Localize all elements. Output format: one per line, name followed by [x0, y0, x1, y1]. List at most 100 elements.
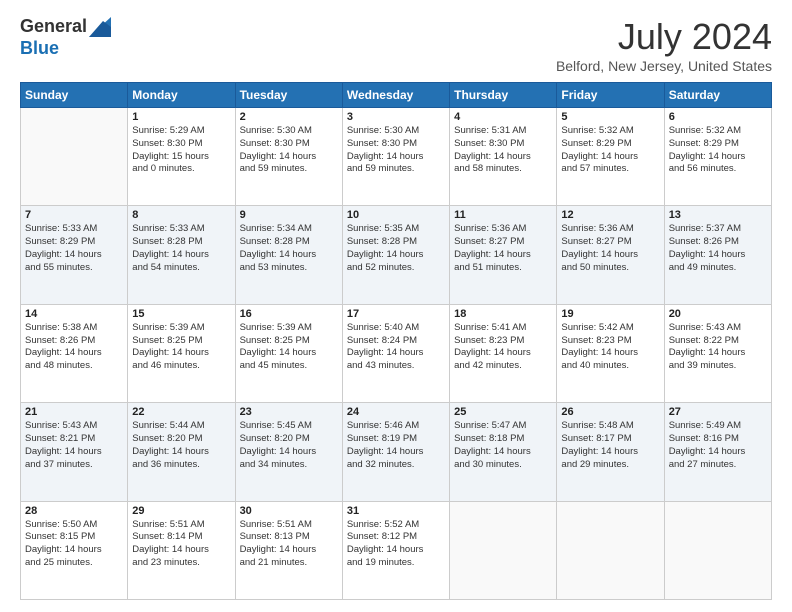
- day-number: 30: [240, 505, 338, 517]
- day-number: 28: [25, 505, 123, 517]
- day-number: 16: [240, 308, 338, 320]
- day-info: Sunrise: 5:38 AM Sunset: 8:26 PM Dayligh…: [25, 322, 123, 373]
- day-number: 21: [25, 406, 123, 418]
- calendar-cell: [450, 501, 557, 599]
- day-number: 15: [132, 308, 230, 320]
- calendar-cell: 29 Sunrise: 5:51 AM Sunset: 8:14 PM Dayli…: [128, 501, 235, 599]
- calendar-cell: 14 Sunrise: 5:38 AM Sunset: 8:26 PM Dayli…: [21, 304, 128, 402]
- calendar-cell: 9 Sunrise: 5:34 AM Sunset: 8:28 PM Daylig…: [235, 206, 342, 304]
- day-number: 20: [669, 308, 767, 320]
- day-number: 25: [454, 406, 552, 418]
- day-info: Sunrise: 5:30 AM Sunset: 8:30 PM Dayligh…: [240, 125, 338, 176]
- calendar-cell: [664, 501, 771, 599]
- day-info: Sunrise: 5:29 AM Sunset: 8:30 PM Dayligh…: [132, 125, 230, 176]
- day-number: 22: [132, 406, 230, 418]
- calendar-cell: 31Sunrise: 5:52 AM Sunset: 8:12 PM Dayli…: [342, 501, 449, 599]
- day-number: 8: [132, 209, 230, 221]
- month-title: July 2024: [556, 16, 772, 58]
- calendar-cell: 3Sunrise: 5:30 AM Sunset: 8:30 PM Daylig…: [342, 108, 449, 206]
- day-number: 6: [669, 111, 767, 123]
- day-info: Sunrise: 5:39 AM Sunset: 8:25 PM Dayligh…: [132, 322, 230, 373]
- weekday-header-monday: Monday: [128, 83, 235, 108]
- day-info: Sunrise: 5:39 AM Sunset: 8:25 PM Dayligh…: [240, 322, 338, 373]
- day-number: 17: [347, 308, 445, 320]
- day-info: Sunrise: 5:50 AM Sunset: 8:15 PM Dayligh…: [25, 519, 123, 570]
- calendar-cell: 6Sunrise: 5:32 AM Sunset: 8:29 PM Daylig…: [664, 108, 771, 206]
- weekday-header-saturday: Saturday: [664, 83, 771, 108]
- title-block: July 2024 Belford, New Jersey, United St…: [556, 16, 772, 74]
- day-number: 19: [561, 308, 659, 320]
- weekday-header-thursday: Thursday: [450, 83, 557, 108]
- logo-blue: Blue: [20, 38, 111, 60]
- day-number: 9: [240, 209, 338, 221]
- day-info: Sunrise: 5:40 AM Sunset: 8:24 PM Dayligh…: [347, 322, 445, 373]
- calendar-week-row: 7Sunrise: 5:33 AM Sunset: 8:29 PM Daylig…: [21, 206, 772, 304]
- day-number: 1: [132, 111, 230, 123]
- day-number: 26: [561, 406, 659, 418]
- calendar-cell: 8 Sunrise: 5:33 AM Sunset: 8:28 PM Daylig…: [128, 206, 235, 304]
- day-number: 13: [669, 209, 767, 221]
- day-info: Sunrise: 5:51 AM Sunset: 8:13 PM Dayligh…: [240, 519, 338, 570]
- calendar-cell: 15 Sunrise: 5:39 AM Sunset: 8:25 PM Dayli…: [128, 304, 235, 402]
- calendar-cell: 7Sunrise: 5:33 AM Sunset: 8:29 PM Daylig…: [21, 206, 128, 304]
- calendar-cell: 2 Sunrise: 5:30 AM Sunset: 8:30 PM Daylig…: [235, 108, 342, 206]
- calendar-cell: 24Sunrise: 5:46 AM Sunset: 8:19 PM Dayli…: [342, 403, 449, 501]
- day-info: Sunrise: 5:36 AM Sunset: 8:27 PM Dayligh…: [561, 223, 659, 274]
- day-info: Sunrise: 5:35 AM Sunset: 8:28 PM Dayligh…: [347, 223, 445, 274]
- day-info: Sunrise: 5:43 AM Sunset: 8:22 PM Dayligh…: [669, 322, 767, 373]
- day-info: Sunrise: 5:44 AM Sunset: 8:20 PM Dayligh…: [132, 420, 230, 471]
- day-number: 31: [347, 505, 445, 517]
- day-info: Sunrise: 5:47 AM Sunset: 8:18 PM Dayligh…: [454, 420, 552, 471]
- calendar-cell: 19 Sunrise: 5:42 AM Sunset: 8:23 PM Dayli…: [557, 304, 664, 402]
- weekday-header-friday: Friday: [557, 83, 664, 108]
- day-info: Sunrise: 5:42 AM Sunset: 8:23 PM Dayligh…: [561, 322, 659, 373]
- calendar-week-row: 1 Sunrise: 5:29 AM Sunset: 8:30 PM Daylig…: [21, 108, 772, 206]
- day-number: 11: [454, 209, 552, 221]
- day-number: 18: [454, 308, 552, 320]
- calendar-cell: 25 Sunrise: 5:47 AM Sunset: 8:18 PM Dayli…: [450, 403, 557, 501]
- day-number: 29: [132, 505, 230, 517]
- logo-general: General: [20, 16, 87, 38]
- logo: General Blue: [20, 16, 111, 59]
- calendar-cell: 1 Sunrise: 5:29 AM Sunset: 8:30 PM Daylig…: [128, 108, 235, 206]
- calendar-cell: 27 Sunrise: 5:49 AM Sunset: 8:16 PM Dayli…: [664, 403, 771, 501]
- calendar-week-row: 28 Sunrise: 5:50 AM Sunset: 8:15 PM Dayli…: [21, 501, 772, 599]
- calendar-cell: 30 Sunrise: 5:51 AM Sunset: 8:13 PM Dayli…: [235, 501, 342, 599]
- day-number: 12: [561, 209, 659, 221]
- calendar-cell: 5Sunrise: 5:32 AM Sunset: 8:29 PM Daylig…: [557, 108, 664, 206]
- calendar-cell: 12 Sunrise: 5:36 AM Sunset: 8:27 PM Dayli…: [557, 206, 664, 304]
- day-info: Sunrise: 5:48 AM Sunset: 8:17 PM Dayligh…: [561, 420, 659, 471]
- day-info: Sunrise: 5:33 AM Sunset: 8:28 PM Dayligh…: [132, 223, 230, 274]
- day-info: Sunrise: 5:45 AM Sunset: 8:20 PM Dayligh…: [240, 420, 338, 471]
- weekday-header-row: SundayMondayTuesdayWednesdayThursdayFrid…: [21, 83, 772, 108]
- day-info: Sunrise: 5:34 AM Sunset: 8:28 PM Dayligh…: [240, 223, 338, 274]
- day-info: Sunrise: 5:32 AM Sunset: 8:29 PM Dayligh…: [561, 125, 659, 176]
- day-info: Sunrise: 5:30 AM Sunset: 8:30 PM Dayligh…: [347, 125, 445, 176]
- day-info: Sunrise: 5:46 AM Sunset: 8:19 PM Dayligh…: [347, 420, 445, 471]
- calendar-cell: 11 Sunrise: 5:36 AM Sunset: 8:27 PM Dayli…: [450, 206, 557, 304]
- calendar-cell: 21Sunrise: 5:43 AM Sunset: 8:21 PM Dayli…: [21, 403, 128, 501]
- day-number: 14: [25, 308, 123, 320]
- weekday-header-sunday: Sunday: [21, 83, 128, 108]
- calendar-week-row: 21Sunrise: 5:43 AM Sunset: 8:21 PM Dayli…: [21, 403, 772, 501]
- weekday-header-tuesday: Tuesday: [235, 83, 342, 108]
- calendar-cell: [21, 108, 128, 206]
- day-info: Sunrise: 5:36 AM Sunset: 8:27 PM Dayligh…: [454, 223, 552, 274]
- day-info: Sunrise: 5:33 AM Sunset: 8:29 PM Dayligh…: [25, 223, 123, 274]
- day-info: Sunrise: 5:49 AM Sunset: 8:16 PM Dayligh…: [669, 420, 767, 471]
- calendar-week-row: 14 Sunrise: 5:38 AM Sunset: 8:26 PM Dayli…: [21, 304, 772, 402]
- calendar-cell: 23Sunrise: 5:45 AM Sunset: 8:20 PM Dayli…: [235, 403, 342, 501]
- calendar-cell: 4Sunrise: 5:31 AM Sunset: 8:30 PM Daylig…: [450, 108, 557, 206]
- calendar-cell: 17 Sunrise: 5:40 AM Sunset: 8:24 PM Dayli…: [342, 304, 449, 402]
- day-info: Sunrise: 5:51 AM Sunset: 8:14 PM Dayligh…: [132, 519, 230, 570]
- day-number: 27: [669, 406, 767, 418]
- day-info: Sunrise: 5:31 AM Sunset: 8:30 PM Dayligh…: [454, 125, 552, 176]
- calendar-cell: 18Sunrise: 5:41 AM Sunset: 8:23 PM Dayli…: [450, 304, 557, 402]
- header: General Blue July 2024 Belford, New Jers…: [20, 16, 772, 74]
- page: General Blue July 2024 Belford, New Jers…: [0, 0, 792, 612]
- day-number: 2: [240, 111, 338, 123]
- calendar-cell: 16 Sunrise: 5:39 AM Sunset: 8:25 PM Dayli…: [235, 304, 342, 402]
- calendar-cell: 22 Sunrise: 5:44 AM Sunset: 8:20 PM Dayli…: [128, 403, 235, 501]
- calendar-cell: 26 Sunrise: 5:48 AM Sunset: 8:17 PM Dayli…: [557, 403, 664, 501]
- calendar-cell: [557, 501, 664, 599]
